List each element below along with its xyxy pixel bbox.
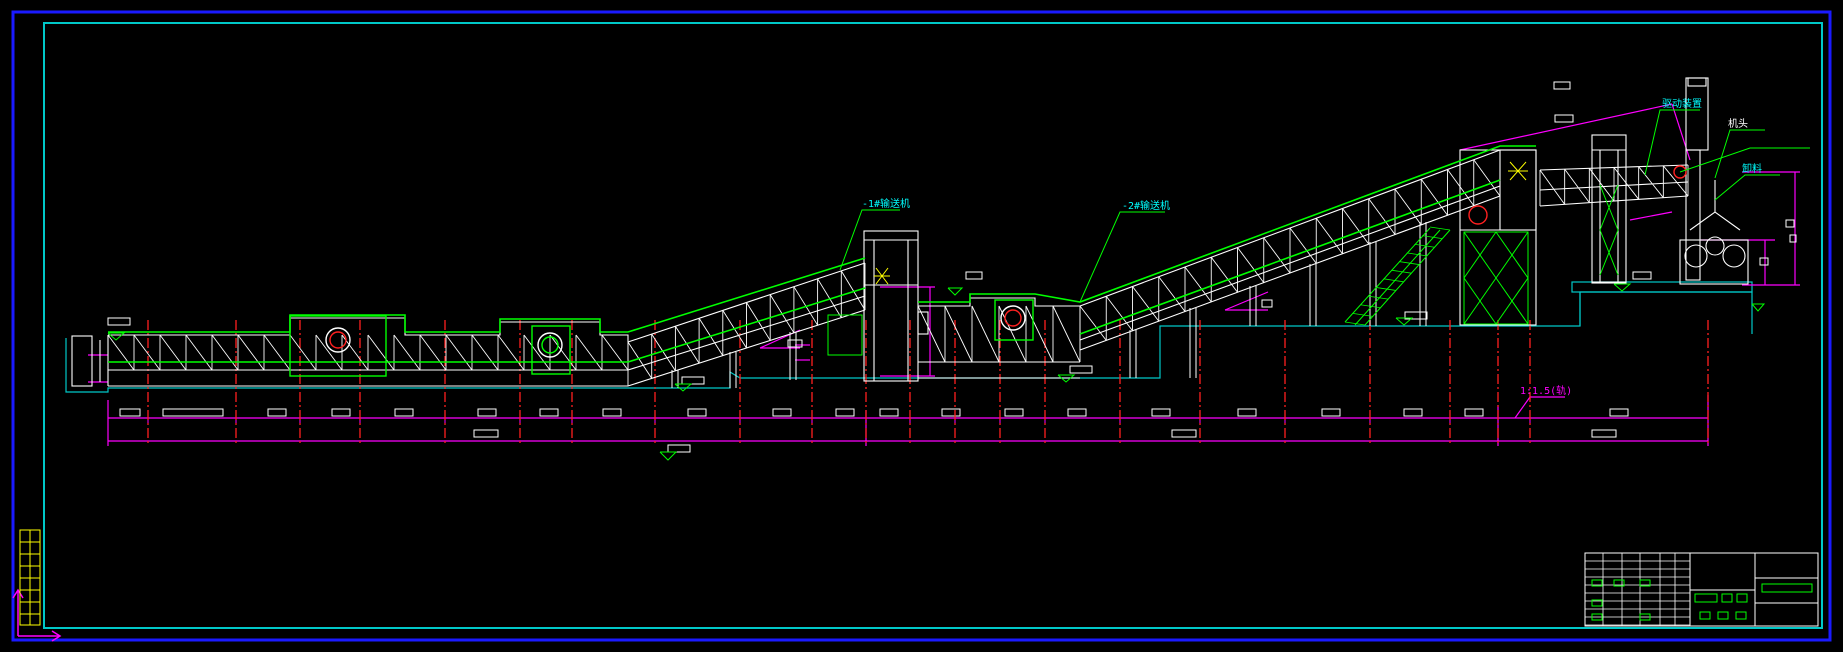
- dimension-text-box: [1067, 408, 1087, 417]
- dimension-text-box: [772, 408, 792, 417]
- dimension-text-box: [667, 444, 691, 453]
- dimension-text-box: [1261, 299, 1273, 308]
- dimension-text-box: [119, 408, 141, 417]
- truss-diagonal: [1588, 168, 1615, 202]
- truss-diagonal: [944, 305, 973, 363]
- stair-rung: [1429, 226, 1451, 231]
- dimension-text-box: [107, 317, 131, 326]
- dimension-text-box: [1553, 81, 1571, 90]
- dimension-text-box: [1632, 271, 1652, 280]
- truss-diagonal: [367, 334, 395, 371]
- leader-label-5: 卸料: [1742, 162, 1762, 175]
- truss-diagonal: [263, 334, 291, 371]
- dimension-text-box: [1464, 408, 1484, 417]
- truss-diagonal: [133, 334, 161, 371]
- truss-diagonal: [211, 334, 239, 371]
- truss-diagonal: [698, 318, 724, 356]
- gallery-truss: [107, 150, 1689, 386]
- dimension-text-box: [1403, 408, 1423, 417]
- truss-diagonal: [107, 334, 135, 371]
- cad-drawing: -1#输送机 -2#输送机 驱动装置 机头 卸料 1:1.5(轨): [11, 10, 1832, 642]
- truss-diagonal: [601, 334, 629, 371]
- truss-diagonal: [1025, 305, 1054, 363]
- dimension-text-box: [267, 408, 287, 417]
- dimension-text-box: [602, 408, 622, 417]
- truss-diagonal: [817, 278, 842, 318]
- dimension-text-box: [965, 271, 983, 280]
- truss-diagonal: [575, 334, 603, 371]
- leader-label-6: 1:1.5(轨): [1520, 384, 1572, 397]
- truss-diagonal: [185, 334, 213, 371]
- truss-diagonal: [840, 270, 866, 311]
- truss-diagonal: [419, 334, 447, 371]
- dimension-text-box: [1237, 408, 1257, 417]
- truss-diagonal: [445, 334, 473, 371]
- truss-diagonal: [1564, 168, 1590, 203]
- dimension-text-box: [1004, 408, 1024, 417]
- dimension-text-box: [539, 408, 559, 417]
- truss-diagonal: [237, 334, 265, 371]
- dimension-text-box: [331, 408, 351, 417]
- dimension-text-box: [1554, 114, 1574, 123]
- dimension-text-box: [1151, 408, 1171, 417]
- dimension-text-box: [477, 408, 497, 417]
- dimension-text-box: [162, 408, 224, 417]
- dimension-text-box: [835, 408, 855, 417]
- dimension-text-box: [1171, 429, 1197, 438]
- column-centerlines: [147, 320, 1709, 446]
- dimension-text-box: [681, 376, 705, 385]
- dimension-text-box: [394, 408, 414, 417]
- access-stair-rungs: [1344, 226, 1451, 326]
- dimension-text-box: [1591, 429, 1617, 438]
- dimension-text-box: [1321, 408, 1341, 417]
- leader-label-1: -1#输送机: [862, 197, 910, 210]
- leader-label-2: -2#输送机: [1122, 199, 1170, 212]
- dimension-text-box: [687, 408, 707, 417]
- dimension-text-box: [1609, 408, 1629, 417]
- support-bents: [671, 222, 1427, 388]
- pulleys: [289, 165, 1687, 377]
- truss-diagonal: [1638, 166, 1664, 198]
- truss-diagonal: [159, 334, 187, 371]
- leader-label-3: 驱动装置: [1662, 97, 1702, 110]
- truss-diagonal: [998, 305, 1027, 363]
- revision-strip: [19, 529, 41, 626]
- truss-diagonal: [1052, 305, 1081, 363]
- transfer-marks: [874, 161, 1528, 285]
- dimension-text-box: [1785, 219, 1795, 228]
- truss-diagonal: [1539, 169, 1566, 205]
- dimension-text-box: [1759, 257, 1769, 266]
- title-block: [1584, 552, 1819, 627]
- truss-diagonal: [471, 334, 499, 371]
- dimension-text-box: [879, 408, 899, 417]
- dimension-text-box: [473, 429, 499, 438]
- leader-label-4: 机头: [1728, 117, 1748, 130]
- truss-diagonal: [289, 334, 317, 371]
- dimension-text-box: [1069, 365, 1093, 374]
- leader-lines: [839, 109, 1810, 303]
- truss-diagonal: [675, 325, 700, 364]
- dimension-ticks: [147, 410, 1531, 424]
- dimension-text-box: [941, 408, 961, 417]
- elevation-markers: [107, 283, 1766, 461]
- belt-line: [108, 145, 1536, 363]
- title-block-fields: [1591, 579, 1813, 621]
- truss-diagonal: [393, 334, 421, 371]
- title-block-grid: [1585, 553, 1690, 626]
